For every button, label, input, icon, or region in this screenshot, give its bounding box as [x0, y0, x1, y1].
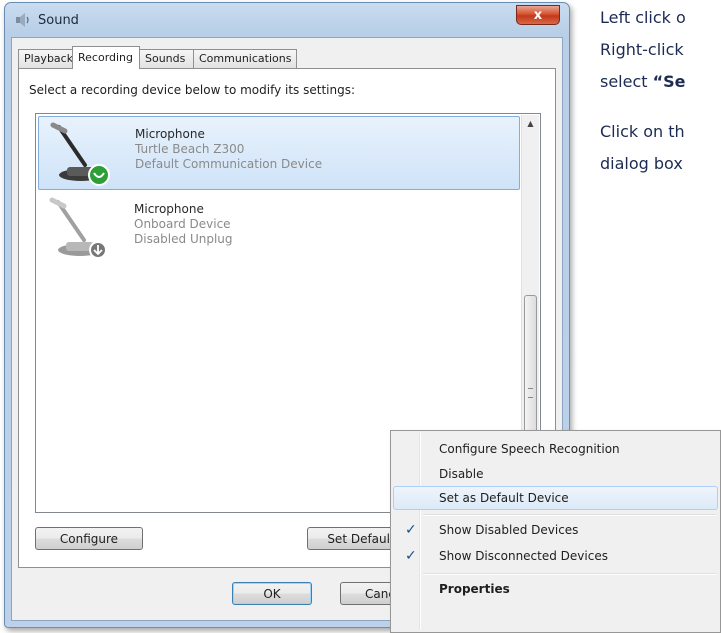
close-icon: x: [533, 7, 543, 23]
window-title: Sound: [38, 13, 79, 28]
instruction-emphasis: “Se: [652, 72, 686, 91]
device-name: Microphone: [135, 127, 205, 141]
menu-item-label: Set as Default Device: [439, 491, 569, 505]
device-status: Default Communication Device: [135, 157, 323, 171]
device-name: Microphone: [134, 202, 204, 216]
menu-item-disable[interactable]: Disable: [393, 462, 718, 486]
scroll-up-icon[interactable]: ▲: [522, 115, 539, 132]
menu-item-show-disabled-devices[interactable]: ✓ Show Disabled Devices: [393, 518, 718, 542]
device-detail: Turtle Beach Z300: [135, 142, 245, 156]
menu-item-label: Show Disabled Devices: [439, 523, 579, 537]
instruction-line-4: Click on th: [600, 122, 685, 141]
tab-communications[interactable]: Communications: [193, 49, 297, 68]
menu-item-set-as-default-device[interactable]: Set as Default Device: [393, 486, 718, 510]
device-info: Microphone Onboard Device Disabled Unplu…: [134, 202, 233, 247]
menu-item-label: Properties: [439, 582, 510, 596]
device-status: Disabled Unplug: [134, 232, 233, 246]
title-bar[interactable]: Sound x: [5, 3, 569, 37]
instruction-text: Select a recording device below to modif…: [29, 83, 356, 97]
grip-icon: [528, 388, 533, 398]
instruction-prefix: select: [600, 72, 653, 91]
device-detail: Onboard Device: [134, 217, 231, 231]
ok-button[interactable]: OK: [232, 582, 312, 605]
menu-item-label: Configure Speech Recognition: [439, 442, 620, 456]
menu-separator: [423, 514, 716, 516]
list-item-device-turtle-beach[interactable]: Microphone Turtle Beach Z300 Default Com…: [38, 116, 520, 190]
tab-playback[interactable]: Playback: [18, 49, 73, 68]
tab-recording[interactable]: Recording: [72, 46, 140, 69]
microphone-icon: [49, 197, 107, 259]
instruction-line-5: dialog box: [600, 154, 683, 173]
phone-check-badge: [88, 164, 110, 186]
speaker-icon: [16, 13, 29, 27]
close-button[interactable]: x: [516, 5, 560, 25]
menu-item-configure-speech-recognition[interactable]: Configure Speech Recognition: [393, 437, 718, 461]
instruction-line-3: select “Se: [600, 72, 686, 91]
context-menu: Configure Speech Recognition Disable Set…: [390, 430, 721, 633]
tab-sounds[interactable]: Sounds: [139, 49, 194, 68]
menu-item-label: Disable: [439, 467, 484, 481]
menu-item-label: Show Disconnected Devices: [439, 549, 608, 563]
menu-item-properties[interactable]: Properties: [393, 577, 718, 601]
menu-separator: [423, 573, 716, 575]
list-item-device-onboard[interactable]: Microphone Onboard Device Disabled Unplu…: [38, 192, 520, 266]
device-info: Microphone Turtle Beach Z300 Default Com…: [135, 127, 322, 172]
menu-item-show-disconnected-devices[interactable]: ✓ Show Disconnected Devices: [393, 544, 718, 568]
configure-button[interactable]: Configure: [35, 527, 143, 550]
microphone-icon: [50, 122, 110, 186]
instruction-line-1: Left click o: [600, 8, 686, 27]
check-icon: ✓: [405, 522, 417, 538]
instruction-line-2: Right-click: [600, 40, 684, 59]
check-icon: ✓: [405, 548, 417, 564]
